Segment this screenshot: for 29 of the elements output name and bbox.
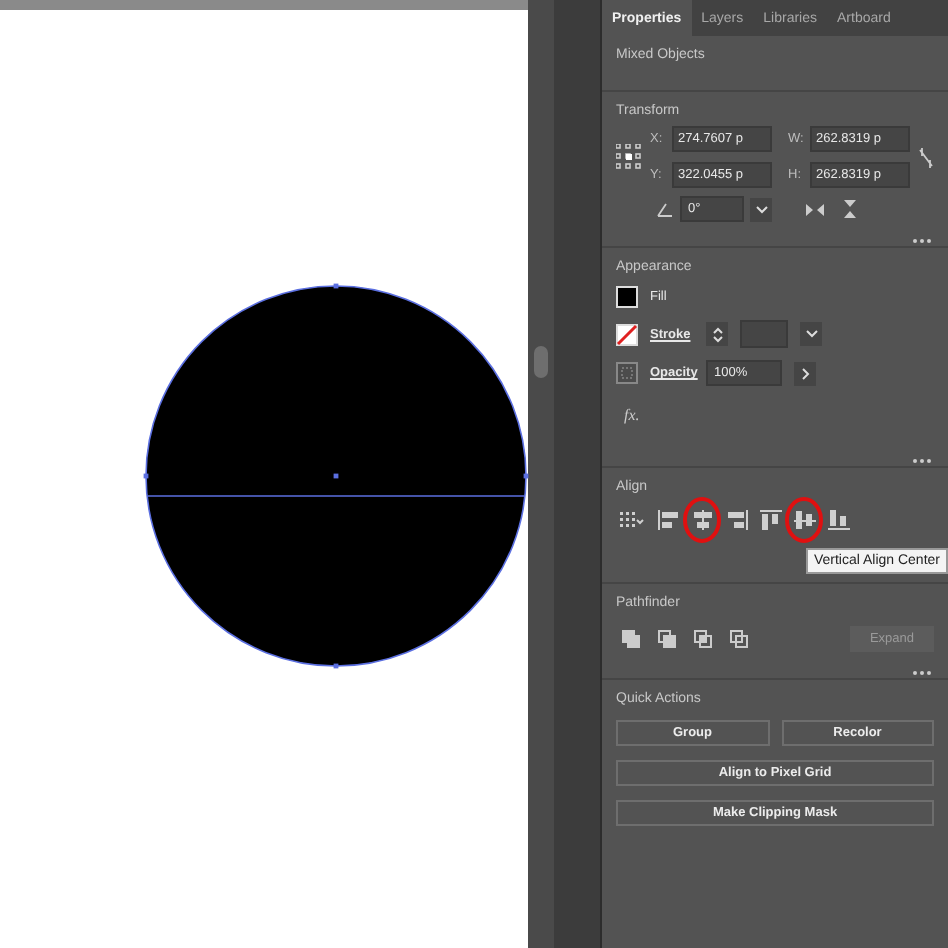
opacity-swatch[interactable] bbox=[616, 362, 638, 384]
align-button[interactable] bbox=[616, 508, 646, 532]
flip-horizontal-icon[interactable] bbox=[806, 201, 824, 217]
flip-vertical-icon[interactable] bbox=[842, 200, 858, 218]
reference-point-icon[interactable] bbox=[616, 144, 642, 170]
more-options-icon[interactable] bbox=[912, 454, 932, 460]
fill-swatch[interactable] bbox=[616, 286, 638, 308]
align-button[interactable] bbox=[656, 508, 680, 532]
stroke-weight-field[interactable] bbox=[740, 320, 788, 348]
align-button[interactable] bbox=[826, 508, 850, 532]
chevron-right-icon bbox=[801, 367, 809, 379]
link-icon[interactable] bbox=[918, 145, 934, 169]
selected-circle-shape[interactable] bbox=[143, 283, 529, 669]
more-options-icon[interactable] bbox=[912, 234, 932, 240]
effects-label[interactable]: fx. bbox=[624, 406, 640, 424]
scrollbar-thumb[interactable] bbox=[534, 346, 549, 378]
align-button[interactable] bbox=[758, 508, 782, 532]
angle-icon bbox=[656, 201, 674, 217]
align-button[interactable] bbox=[792, 508, 816, 532]
more-options-icon[interactable] bbox=[912, 666, 932, 672]
dropdown-button[interactable] bbox=[750, 197, 772, 221]
align-button[interactable] bbox=[724, 508, 748, 532]
chevron-down-icon bbox=[805, 330, 817, 338]
chevron-down-icon bbox=[755, 205, 767, 213]
no-stroke-swatch[interactable] bbox=[616, 323, 638, 345]
stepper-button[interactable] bbox=[706, 322, 728, 346]
expand-button[interactable] bbox=[794, 361, 816, 385]
dropdown-button[interactable] bbox=[800, 322, 822, 346]
align-button[interactable] bbox=[690, 508, 714, 532]
